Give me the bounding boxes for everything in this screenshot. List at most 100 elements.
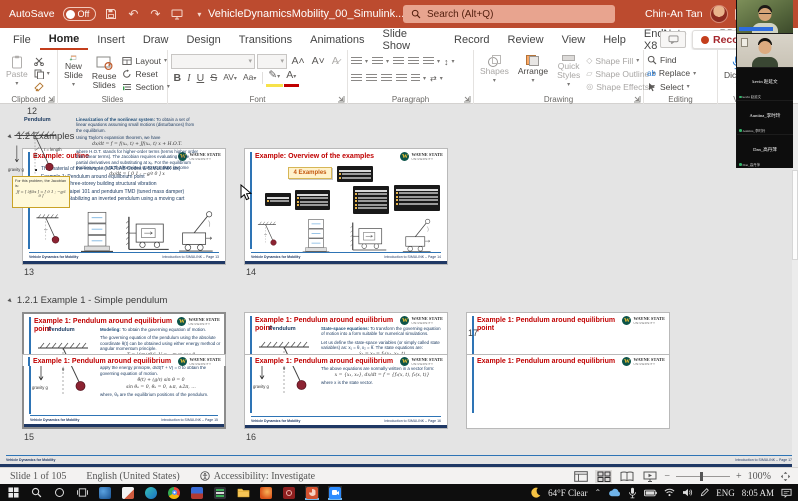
copy-button[interactable]: ▾ [34, 68, 50, 79]
character-spacing-button[interactable]: AV▾ [221, 71, 240, 86]
clipboard-dialog-launcher[interactable] [47, 95, 55, 103]
font-color-button[interactable]: A▾ [284, 69, 299, 87]
select-button[interactable]: Select▾ [647, 82, 696, 92]
slide-counter[interactable]: Slide 1 of 105 [0, 471, 76, 482]
format-painter-button[interactable] [34, 81, 50, 92]
search-input[interactable]: Search (Alt+Q) [403, 5, 615, 23]
slide-sorter-view-button[interactable] [595, 470, 612, 483]
zoom-in-button[interactable]: + [736, 471, 742, 482]
tab-review[interactable]: Review [499, 28, 553, 50]
present-icon[interactable] [170, 7, 184, 21]
italic-button[interactable]: I [185, 72, 194, 85]
clock[interactable]: 8:05 AM [742, 488, 774, 498]
paste-button[interactable]: Paste▾ [3, 53, 31, 92]
scrollbar-thumb[interactable] [792, 170, 798, 260]
normal-view-button[interactable] [572, 470, 589, 483]
zoom-slider-thumb[interactable] [700, 472, 703, 481]
clear-formatting-button[interactable]: A̷ [329, 55, 341, 68]
battery-icon[interactable] [644, 489, 657, 497]
numbering-button[interactable]: ▾ [372, 56, 389, 68]
decrease-indent-button[interactable] [393, 56, 404, 68]
participant-tile-4[interactable]: Auntina_李时玲 Auntina_李时玲 [737, 101, 793, 135]
slide-thumbnail-18[interactable]: Example 1: Pendulum around equilibrium p… [22, 354, 226, 366]
file-explorer-icon[interactable] [236, 486, 250, 500]
zoom-level[interactable]: 100% [748, 471, 771, 482]
weather-text[interactable]: 64°F Clear [548, 488, 587, 498]
wifi-icon[interactable] [664, 488, 675, 497]
slideshow-button[interactable] [641, 470, 658, 483]
grow-font-button[interactable]: A˄ [289, 55, 307, 68]
document-app-icon[interactable] [121, 486, 135, 500]
shapes-button[interactable]: Shapes▾ [477, 53, 512, 92]
volume-icon[interactable] [682, 488, 693, 497]
comments-button[interactable] [660, 31, 686, 48]
task-view-icon[interactable] [75, 486, 89, 500]
mail-app-icon[interactable] [98, 486, 112, 500]
participant-video-2[interactable] [737, 34, 793, 68]
tab-animations[interactable]: Animations [301, 28, 373, 50]
line-spacing-button[interactable]: ▾ [423, 56, 440, 68]
highlight-color-button[interactable]: ✎▾ [266, 69, 283, 87]
quick-access-chevron-icon[interactable]: ▾ [192, 7, 206, 21]
chrome-icon[interactable] [167, 486, 181, 500]
cut-button[interactable] [34, 55, 50, 66]
arrange-button[interactable]: Arrange▾ [515, 53, 551, 92]
tab-design[interactable]: Design [177, 28, 229, 50]
bullets-button[interactable]: ▾ [351, 56, 368, 68]
font-size-select[interactable] [257, 54, 287, 69]
change-case-button[interactable]: Aa▾ [240, 71, 258, 86]
text-direction-button[interactable]: ↕▾ [444, 56, 455, 68]
slide-thumbnail-17[interactable]: Example 1: Pendulum around equilibrium p… [466, 312, 670, 429]
onedrive-icon[interactable] [608, 488, 621, 498]
cortana-icon[interactable] [52, 486, 66, 500]
reading-view-button[interactable] [618, 470, 635, 483]
tab-file[interactable]: File [4, 28, 40, 50]
shrink-font-button[interactable]: A˅ [309, 55, 327, 68]
underline-button[interactable]: U [194, 72, 207, 85]
new-slide-button[interactable]: New Slide▾ [61, 53, 86, 92]
slide-thumbnail-15[interactable]: Example 1: Pendulum around equilibrium p… [22, 312, 226, 429]
slide-thumbnail-14[interactable]: Example: Overview of the examples W WAYN… [244, 148, 448, 265]
spreadsheet-app-icon[interactable] [213, 486, 227, 500]
font-name-select[interactable] [171, 54, 255, 69]
replace-button[interactable]: abReplace▾ [647, 68, 696, 78]
columns-button[interactable]: ▾ [411, 72, 426, 84]
matlab-icon[interactable] [259, 486, 273, 500]
remote-app-icon[interactable] [190, 486, 204, 500]
tray-expand-chevron-icon[interactable]: ⌃ [595, 488, 602, 497]
fit-to-window-button[interactable] [777, 470, 794, 483]
acrobat-icon[interactable] [282, 486, 296, 500]
find-button[interactable]: Find [647, 55, 696, 65]
tab-insert[interactable]: Insert [88, 28, 134, 50]
strikethrough-button[interactable]: S [208, 72, 220, 85]
redo-icon[interactable]: ↷ [148, 7, 162, 21]
language-indicator[interactable]: English (United States) [76, 471, 189, 482]
undo-icon[interactable]: ↶ [126, 7, 140, 21]
accessibility-status[interactable]: Accessibility: Investigate [190, 471, 325, 482]
tab-help[interactable]: Help [594, 28, 635, 50]
tab-draw[interactable]: Draw [134, 28, 178, 50]
tab-transitions[interactable]: Transitions [230, 28, 301, 50]
slide-thumbnail-19[interactable]: Example 1: Pendulum around equilibrium p… [244, 354, 448, 366]
autosave-toggle[interactable]: Off [63, 7, 97, 21]
font-dialog-launcher[interactable] [337, 95, 345, 103]
tab-slide-show[interactable]: Slide Show [374, 28, 445, 50]
zoom-out-button[interactable]: − [664, 471, 670, 482]
align-center-button[interactable] [366, 72, 377, 84]
drawing-dialog-launcher[interactable] [633, 95, 641, 103]
tab-home[interactable]: Home [40, 28, 89, 50]
slide-thumbnail-20[interactable]: Example 1: Pendulum around equilibrium p… [466, 354, 670, 366]
align-left-button[interactable] [351, 72, 362, 84]
save-icon[interactable] [104, 7, 118, 21]
tray-microphone-icon[interactable] [628, 487, 637, 499]
increase-indent-button[interactable] [408, 56, 419, 68]
section-button[interactable]: Section▾ [122, 81, 169, 92]
edge-icon[interactable] [144, 486, 158, 500]
smartart-button[interactable]: ⇄▾ [430, 72, 443, 84]
reset-button[interactable]: Reset [122, 68, 169, 79]
section-header-example1[interactable]: ▶ 1.2.1 Example 1 - Simple pendulum [8, 295, 167, 306]
start-button[interactable] [6, 486, 20, 500]
participant-tile-3[interactable]: kevin 赵延文 kevin 赵延文 [737, 68, 793, 102]
notification-center-icon[interactable] [781, 488, 792, 498]
layout-button[interactable]: Layout▾ [122, 55, 169, 66]
